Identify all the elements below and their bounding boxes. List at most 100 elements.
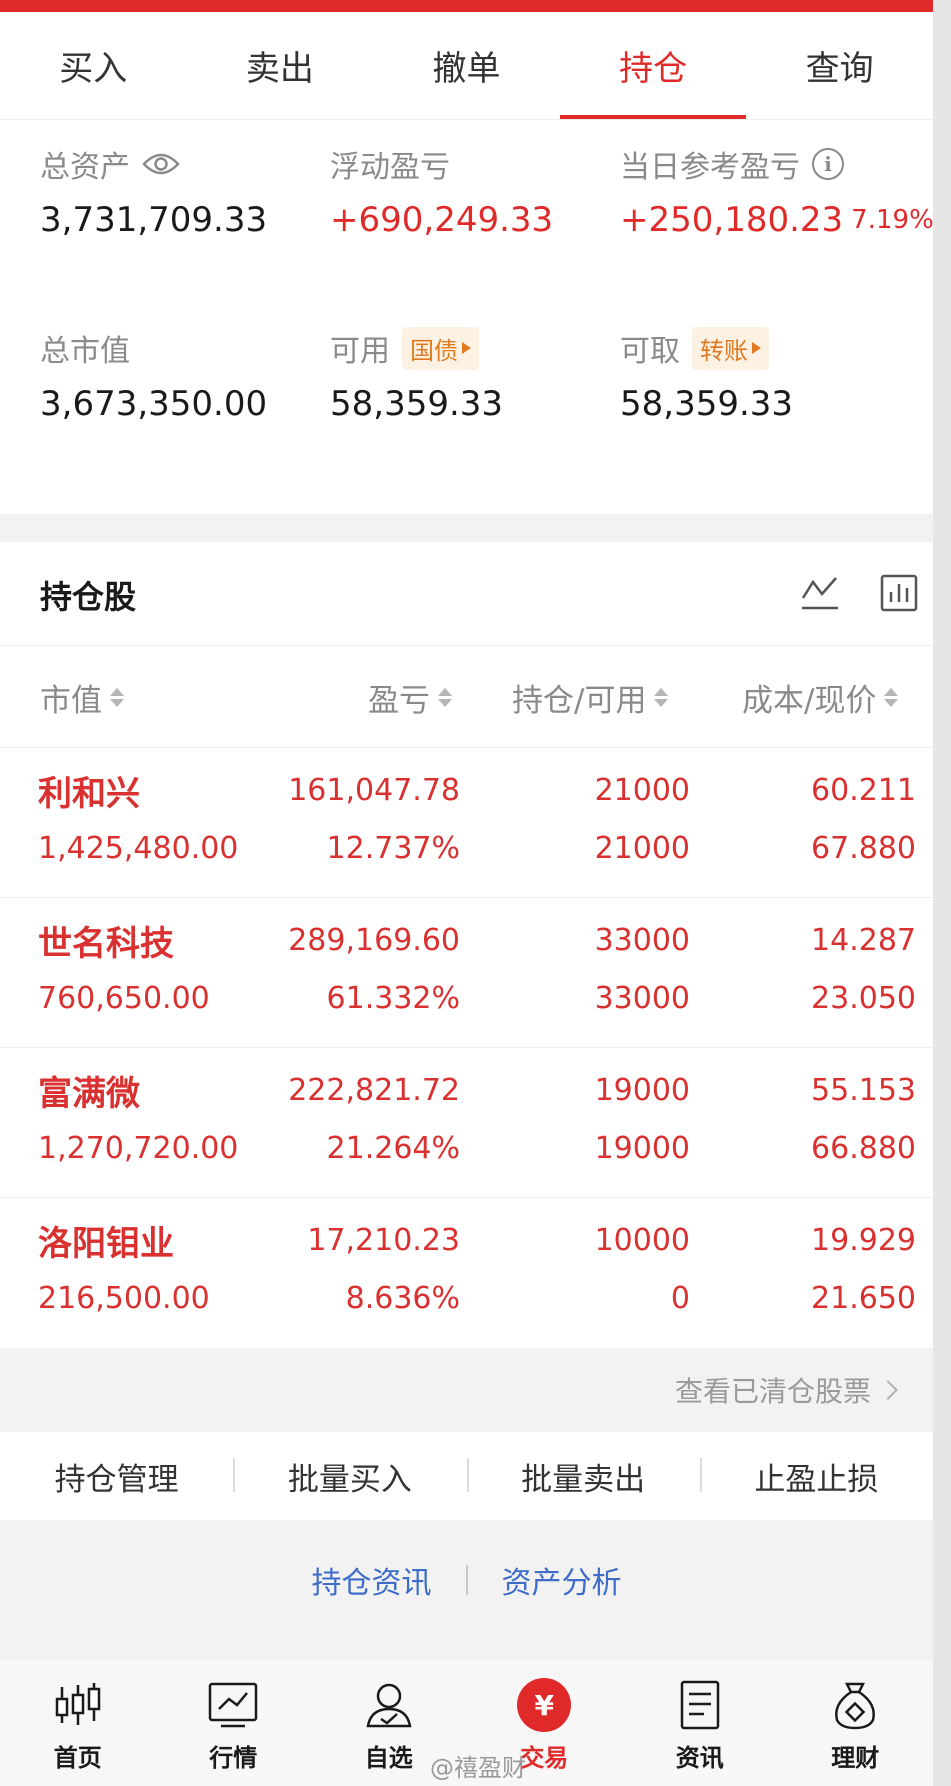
stock-price: 67.880	[811, 830, 916, 866]
stock-pl: 161,047.78	[288, 772, 460, 808]
stock-price: 23.050	[811, 980, 916, 1016]
stock-pl-pct: 12.737%	[326, 830, 460, 866]
holding-row[interactable]: 富满微 1,270,720.00 222,821.72 21.264% 1900…	[0, 1048, 933, 1198]
daily-pl-pct: 7.19%	[851, 205, 934, 235]
line-chart-icon[interactable]	[800, 572, 840, 612]
holdings-list: 利和兴 1,425,480.00 161,047.78 12.737% 2100…	[0, 748, 933, 1348]
column-position[interactable]: 持仓/可用	[512, 646, 669, 748]
nav-home[interactable]: 首页	[0, 1660, 156, 1786]
nav-watchlist-label: 自选	[364, 1744, 413, 1772]
available-funds: 可用 国债 58,359.33	[330, 326, 503, 426]
view-cleared-stocks-link[interactable]: 查看已清仓股票	[675, 1370, 898, 1410]
stock-pl: 222,821.72	[288, 1072, 460, 1108]
column-cost-price[interactable]: 成本/现价	[742, 646, 899, 748]
candlestick-icon	[50, 1678, 106, 1732]
user-icon	[361, 1678, 417, 1732]
nav-news-label: 资讯	[675, 1744, 724, 1772]
batch-sell-button[interactable]: 批量卖出	[466, 1454, 700, 1499]
bar-chart-icon[interactable]	[880, 574, 918, 612]
money-bag-icon	[827, 1678, 883, 1732]
holding-row[interactable]: 洛阳钼业 216,500.00 17,210.23 8.636% 10000 0…	[0, 1198, 933, 1348]
stock-name: 洛阳钼业	[38, 1223, 174, 1264]
stock-pl-pct: 21.264%	[326, 1130, 460, 1166]
holdings-header: 持仓股	[0, 542, 933, 646]
position-management-button[interactable]: 持仓管理	[0, 1454, 233, 1499]
tab-buy[interactable]: 买入	[0, 12, 187, 119]
stock-name: 富满微	[38, 1073, 140, 1114]
total-assets-value: 3,731,709.33	[40, 200, 268, 240]
floating-pl: 浮动盈亏 +690,249.33	[330, 142, 553, 242]
holding-row[interactable]: 世名科技 760,650.00 289,169.60 61.332% 33000…	[0, 898, 933, 1048]
column-market-value[interactable]: 市值	[40, 646, 124, 748]
nav-market[interactable]: 行情	[156, 1660, 312, 1786]
tab-holdings[interactable]: 持仓	[559, 12, 747, 119]
treasury-bond-tag[interactable]: 国债	[402, 326, 479, 370]
stock-available: 19000	[594, 1130, 690, 1166]
nav-wealth[interactable]: 理财	[778, 1660, 934, 1786]
eye-icon[interactable]	[142, 150, 180, 178]
play-arrow-icon	[752, 342, 761, 354]
transfer-tag-label: 转账	[700, 336, 748, 365]
market-chart-icon	[205, 1678, 261, 1732]
stock-name: 世名科技	[38, 923, 174, 964]
sort-icon	[884, 687, 899, 707]
stock-position: 21000	[594, 772, 690, 808]
asset-summary: 总资产 3,731,709.33 浮动盈亏 +690,249.33 当日参考盈亏…	[0, 122, 934, 514]
stock-market-value: 1,270,720.00	[38, 1130, 239, 1166]
document-icon	[672, 1678, 728, 1732]
take-profit-stop-loss-button[interactable]: 止盈止损	[699, 1454, 933, 1499]
watermark: @禧盈财	[430, 1748, 526, 1783]
yen-symbol: ¥	[517, 1678, 572, 1732]
daily-pl-label: 当日参考盈亏	[620, 150, 800, 185]
stock-available: 21000	[594, 830, 690, 866]
stock-pl-pct: 8.636%	[345, 1280, 460, 1316]
treasury-bond-tag-label: 国债	[410, 336, 458, 365]
withdrawable-funds: 可取 转账 58,359.33	[620, 326, 793, 426]
floating-pl-value: +690,249.33	[330, 200, 554, 240]
play-arrow-icon	[462, 342, 471, 354]
column-market-value-label: 市值	[40, 682, 102, 719]
stock-market-value: 760,650.00	[38, 980, 210, 1016]
tab-sell[interactable]: 卖出	[187, 12, 374, 119]
sort-icon	[438, 687, 452, 707]
stock-price: 66.880	[811, 1130, 916, 1166]
holding-news-link[interactable]: 持仓资讯	[278, 1558, 466, 1602]
chevron-right-icon	[878, 1380, 898, 1400]
holding-row[interactable]: 利和兴 1,425,480.00 161,047.78 12.737% 2100…	[0, 748, 933, 898]
floating-pl-label: 浮动盈亏	[330, 150, 450, 185]
stock-cost: 55.153	[811, 1072, 916, 1108]
stock-name: 利和兴	[38, 773, 140, 814]
holdings-column-headers: 市值 盈亏 持仓/可用 成本/现价	[0, 646, 933, 748]
column-position-label: 持仓/可用	[512, 682, 647, 719]
stock-available: 33000	[594, 980, 690, 1016]
transfer-tag[interactable]: 转账	[692, 326, 769, 370]
market-value-label: 总市值	[40, 334, 130, 369]
info-icon[interactable]: i	[812, 148, 844, 180]
withdrawable-label: 可取	[620, 334, 680, 369]
top-accent-bar	[0, 0, 951, 12]
trade-tabs: 买入 卖出 撤单 持仓 查询	[0, 12, 933, 120]
stock-cost: 14.287	[811, 922, 916, 958]
withdrawable-value: 58,359.33	[620, 384, 794, 424]
total-assets-label: 总资产	[40, 150, 130, 185]
tab-query[interactable]: 查询	[746, 12, 933, 119]
cleared-section: 查看已清仓股票	[0, 1348, 933, 1432]
stock-cost: 19.929	[811, 1222, 916, 1258]
stock-position: 33000	[594, 922, 690, 958]
info-links-area: 持仓资讯 资产分析	[0, 1520, 933, 1660]
nav-wealth-label: 理财	[831, 1744, 880, 1772]
asset-analysis-link[interactable]: 资产分析	[468, 1558, 656, 1602]
stock-pl: 17,210.23	[307, 1222, 460, 1258]
batch-buy-button[interactable]: 批量买入	[233, 1454, 466, 1499]
nav-market-label: 行情	[209, 1744, 258, 1772]
stock-price: 21.650	[811, 1280, 916, 1316]
daily-pl-value: +250,180.23	[620, 200, 844, 240]
holdings-title: 持仓股	[40, 578, 137, 616]
nav-news[interactable]: 资讯	[622, 1660, 778, 1786]
column-cost-price-label: 成本/现价	[742, 682, 877, 719]
info-links: 持仓资讯 资产分析	[0, 1558, 933, 1602]
column-pl[interactable]: 盈亏	[368, 646, 452, 748]
tab-cancel[interactable]: 撤单	[373, 12, 560, 119]
market-value: 总市值 3,673,350.00	[40, 326, 267, 426]
total-assets: 总资产 3,731,709.33	[40, 142, 267, 242]
